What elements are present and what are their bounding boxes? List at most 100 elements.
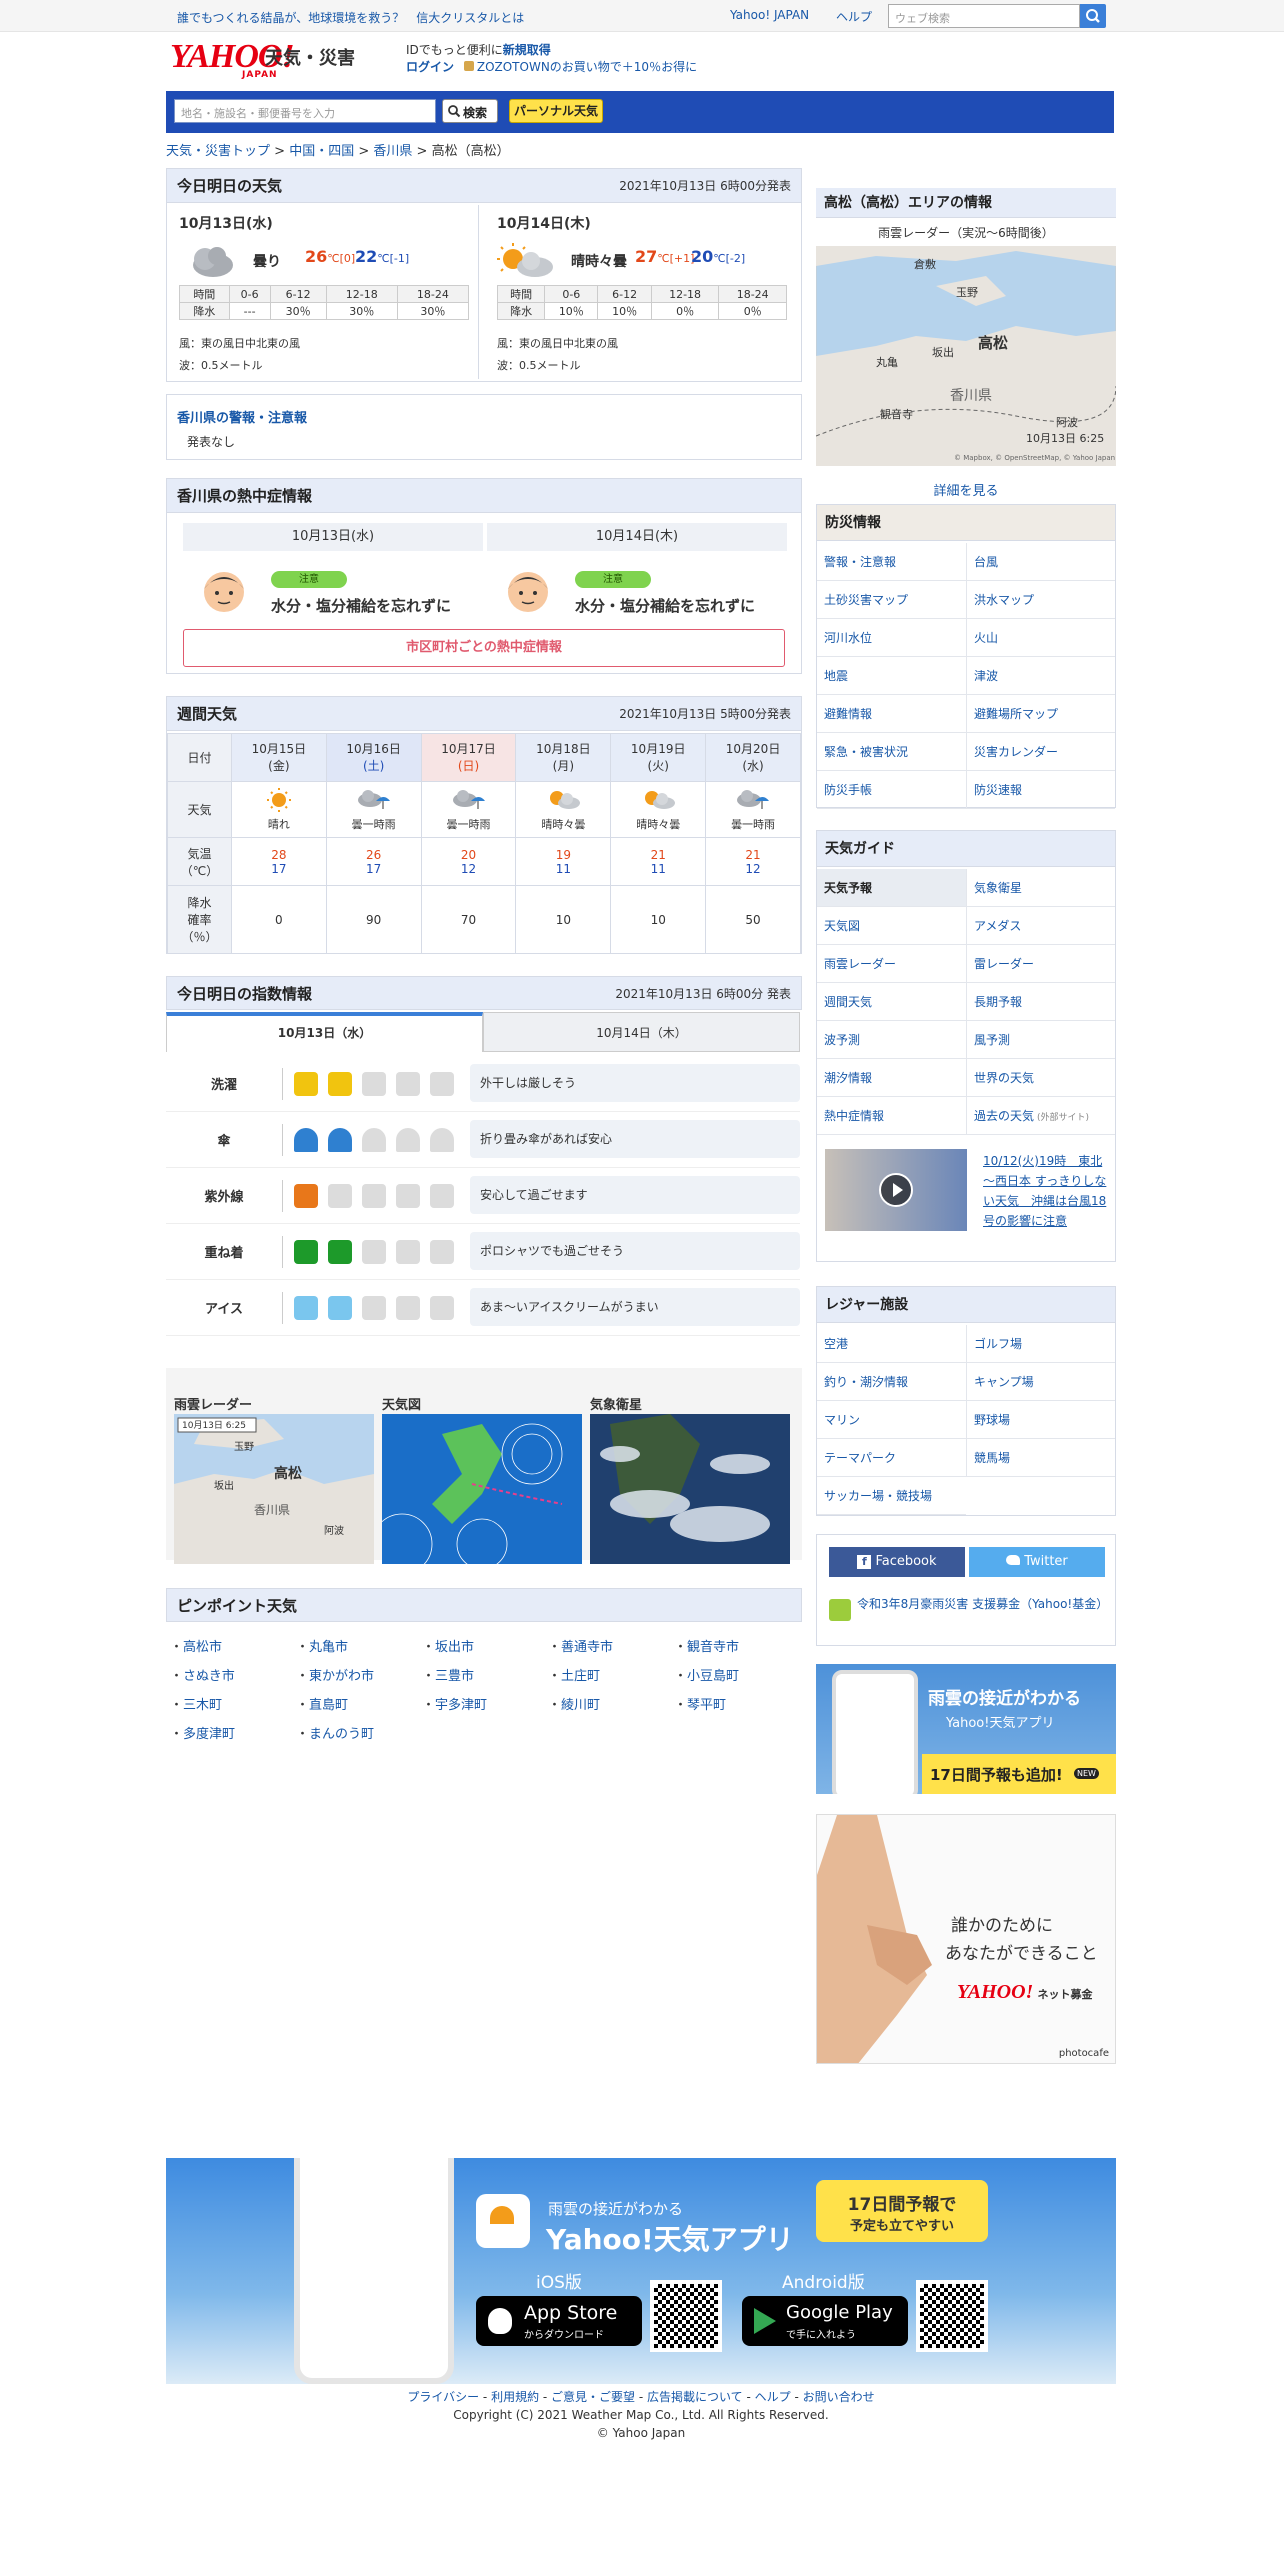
leisure-link[interactable]: 空港	[817, 1325, 966, 1363]
signup-link[interactable]: 新規取得	[503, 43, 551, 57]
promo-link[interactable]: 誰でもつくれる結晶が、地球環境を救う？ 信大クリスタルとは	[177, 9, 524, 26]
logo-sub: JAPAN	[242, 70, 278, 80]
breadcrumb-prefecture[interactable]: 香川県	[373, 144, 412, 159]
pinpoint-city-link[interactable]: 善通寺市	[548, 1636, 613, 1655]
leisure-link[interactable]: 競馬場	[966, 1439, 1115, 1477]
leisure-link[interactable]: キャンプ場	[966, 1363, 1115, 1401]
leisure-link[interactable]: 野球場	[966, 1401, 1115, 1439]
app-ad-banner[interactable]: 雨雲の接近がわかる Yahoo!天気アプリ 17日間予報も追加! NEW	[816, 1664, 1116, 1794]
pinpoint-city-link[interactable]: 三豊市	[422, 1665, 474, 1684]
video-thumbnail[interactable]	[825, 1149, 967, 1231]
bousai-link[interactable]: 警報・注意報	[817, 543, 966, 581]
footer-link-feedback[interactable]: ご意見・ご要望	[551, 2390, 635, 2404]
breadcrumb-region[interactable]: 中国・四国	[289, 144, 354, 159]
web-search-input[interactable]: ウェブ検索	[888, 4, 1080, 28]
login-link[interactable]: ログイン	[406, 60, 454, 74]
area-radar-map[interactable]: 倉敷 玉野 高松 丸亀 坂出 香川県 観音寺 阿波 10月13日 6:25 © …	[816, 246, 1116, 466]
pinpoint-city-link[interactable]: さぬき市	[170, 1665, 235, 1684]
pinpoint-panel: ピンポイント天気 高松市 丸亀市 坂出市 善通寺市 観音寺市さぬき市 東かがわ市 三豊市 土庄…	[166, 1588, 802, 1748]
leisure-link[interactable]: 釣り・潮汐情報	[817, 1363, 966, 1401]
heat-city-link[interactable]: 市区町村ごとの熱中症情報	[183, 629, 785, 667]
pinpoint-city-link[interactable]: 坂出市	[422, 1636, 474, 1655]
footer-link-ads[interactable]: 広告掲載について	[647, 2390, 743, 2404]
donate-link[interactable]: 令和3年8月豪雨災害 支援募金（Yahoo!基金）	[857, 1595, 1108, 1613]
guide-link[interactable]: 気象衛星	[966, 869, 1115, 907]
tab-tomorrow[interactable]: 10月14日（木）	[483, 1012, 800, 1052]
copyright-yahoo: © Yahoo Japan	[596, 2426, 686, 2440]
bousai-link[interactable]: 台風	[966, 543, 1115, 581]
pinpoint-city-link[interactable]: 多度津町	[170, 1723, 235, 1742]
bousai-link[interactable]: 河川水位	[817, 619, 966, 657]
donation-ad-banner[interactable]: 誰かのために あなたができること YAHOO! ネット募金 photocafe	[816, 1814, 1116, 2064]
satellite-card[interactable]: 気象衛星	[590, 1394, 790, 1568]
bousai-link[interactable]: 災害カレンダー	[966, 733, 1115, 771]
twitter-button[interactable]: Twitter	[969, 1547, 1105, 1577]
footer-link-help[interactable]: ヘルプ	[755, 2390, 791, 2404]
pinpoint-city-link[interactable]: 琴平町	[674, 1694, 726, 1713]
weekly-rain: 50	[705, 885, 801, 954]
video-title-link[interactable]: 10/12(火)19時 東北～西日本 すっきりしない天気 沖縄は台風18号の影響…	[983, 1151, 1107, 1231]
pinpoint-city-link[interactable]: 丸亀市	[296, 1636, 348, 1655]
guide-link[interactable]: 熱中症情報	[817, 1097, 966, 1135]
app-store-button[interactable]: App Store からダウンロード	[476, 2296, 642, 2346]
pinpoint-city-link[interactable]: 宇多津町	[422, 1694, 487, 1713]
footer-link-contact[interactable]: お問い合わせ	[803, 2390, 875, 2404]
pinpoint-city-link[interactable]: 三木町	[170, 1694, 222, 1713]
pinpoint-city-link[interactable]: 高松市	[170, 1636, 222, 1655]
guide-link[interactable]: アメダス	[966, 907, 1115, 945]
pinpoint-city-link[interactable]: 東かがわ市	[296, 1665, 374, 1684]
pinpoint-city-link[interactable]: 観音寺市	[674, 1636, 739, 1655]
zozo-link[interactable]: ZOZOTOWNのお買い物で＋10％お得に	[477, 60, 697, 74]
guide-link[interactable]: 風予測	[966, 1021, 1115, 1059]
forecast-condition: 晴時々曇	[571, 254, 627, 270]
bousai-link[interactable]: 火山	[966, 619, 1115, 657]
place-search-button[interactable]: 検索	[442, 99, 498, 123]
bousai-link[interactable]: 緊急・被害状況	[817, 733, 966, 771]
guide-link[interactable]: 週間天気	[817, 983, 966, 1021]
leisure-link[interactable]: テーマパーク	[817, 1439, 966, 1477]
guide-link[interactable]: 天気予報	[817, 869, 966, 907]
pinpoint-city-link[interactable]: まんのう町	[296, 1723, 374, 1742]
place-search-input[interactable]: 地名・施設名・郵便番号を入力	[174, 99, 436, 123]
index-comment: あま～いアイスクリームがうまい	[470, 1288, 800, 1326]
tab-today[interactable]: 10月13日（水）	[166, 1012, 483, 1052]
bousai-link[interactable]: 防災手帳	[817, 771, 966, 809]
bousai-link[interactable]: 津波	[966, 657, 1115, 695]
facebook-button[interactable]: f Facebook	[829, 1547, 965, 1577]
guide-link[interactable]: 雷レーダー	[966, 945, 1115, 983]
pinpoint-city-link[interactable]: 土庄町	[548, 1665, 600, 1684]
help-link[interactable]: ヘルプ	[836, 8, 872, 25]
leisure-link[interactable]: サッカー場・競技場	[817, 1477, 966, 1515]
breadcrumb-top[interactable]: 天気・災害トップ	[166, 144, 270, 159]
personal-weather-button[interactable]: パーソナル天気	[509, 99, 603, 123]
weather-chart-card[interactable]: 天気図	[371, 1394, 582, 1575]
guide-link[interactable]: 天気図	[817, 907, 966, 945]
google-play-button[interactable]: Google Play で手に入れよう	[742, 2296, 908, 2346]
guide-link[interactable]: 過去の天気 (外部サイト)	[966, 1097, 1115, 1135]
guide-link[interactable]: 世界の天気	[966, 1059, 1115, 1097]
warning-title-link[interactable]: 香川県の警報・注意報	[177, 407, 307, 426]
guide-link[interactable]: 長期予報	[966, 983, 1115, 1021]
radar-map-card[interactable]: 雨雲レーダー 10月13日 6:25 高松 玉野 坂出 香川県 阿波	[174, 1394, 374, 1568]
weekly-weather: 曇一時雨	[325, 781, 422, 838]
guide-link[interactable]: 潮汐情報	[817, 1059, 966, 1097]
bousai-link[interactable]: 避難場所マップ	[966, 695, 1115, 733]
heatstroke-panel: 香川県の熱中症情報 10月13日(水) 注意 水分・塩分補給を忘れずに 10月1…	[166, 478, 802, 674]
bousai-link[interactable]: 土砂災害マップ	[817, 581, 966, 619]
yahoo-japan-link[interactable]: Yahoo! JAPAN	[730, 8, 809, 22]
guide-link[interactable]: 波予測	[817, 1021, 966, 1059]
pinpoint-city-link[interactable]: 小豆島町	[674, 1665, 739, 1684]
pinpoint-city-link[interactable]: 綾川町	[548, 1694, 600, 1713]
bousai-link[interactable]: 洪水マップ	[966, 581, 1115, 619]
bousai-link[interactable]: 避難情報	[817, 695, 966, 733]
pinpoint-city-link[interactable]: 直島町	[296, 1694, 348, 1713]
leisure-link[interactable]: ゴルフ場	[966, 1325, 1115, 1363]
area-detail-link[interactable]: 詳細を見る	[816, 480, 1116, 499]
web-search-button[interactable]	[1080, 4, 1106, 28]
bousai-link[interactable]: 防災速報	[966, 771, 1115, 809]
footer-link-terms[interactable]: 利用規約	[491, 2390, 539, 2404]
leisure-link[interactable]: マリン	[817, 1401, 966, 1439]
bousai-link[interactable]: 地震	[817, 657, 966, 695]
footer-link-privacy[interactable]: プライバシー	[407, 2390, 479, 2404]
guide-link[interactable]: 雨雲レーダー	[817, 945, 966, 983]
